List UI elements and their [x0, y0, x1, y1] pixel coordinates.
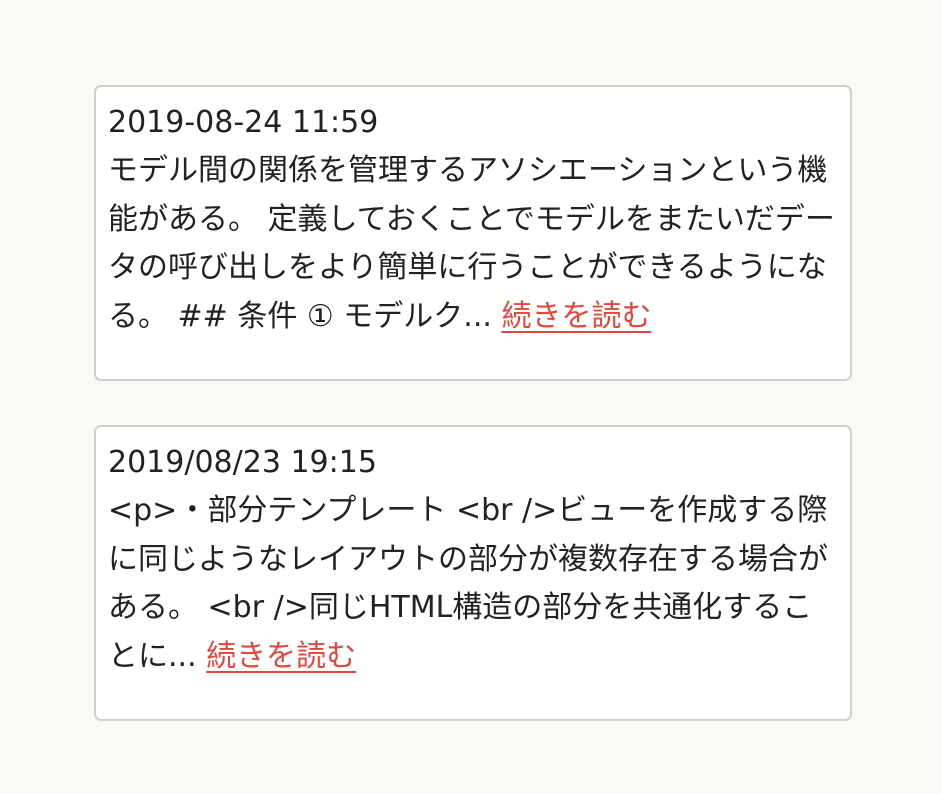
read-more-link[interactable]: 続きを読む: [501, 299, 651, 334]
post-excerpt-text: モデル間の関係を管理するアソシエーションという機能がある。 定義しておくことでモ…: [108, 153, 835, 334]
post-card: 2019-08-24 11:59 モデル間の関係を管理するアソシエーションという…: [94, 85, 852, 381]
post-card: 2019/08/23 19:15 <p>・部分テンプレート <br />ビューを…: [94, 425, 852, 721]
read-more-link[interactable]: 続きを読む: [206, 639, 356, 674]
post-date: 2019/08/23 19:15: [108, 445, 377, 480]
post-excerpt: <p>・部分テンプレート <br />ビューを作成する際に同じようなレイアウトの…: [108, 487, 840, 681]
post-date: 2019-08-24 11:59: [108, 105, 379, 140]
post-excerpt: モデル間の関係を管理するアソシエーションという機能がある。 定義しておくことでモ…: [108, 147, 840, 341]
